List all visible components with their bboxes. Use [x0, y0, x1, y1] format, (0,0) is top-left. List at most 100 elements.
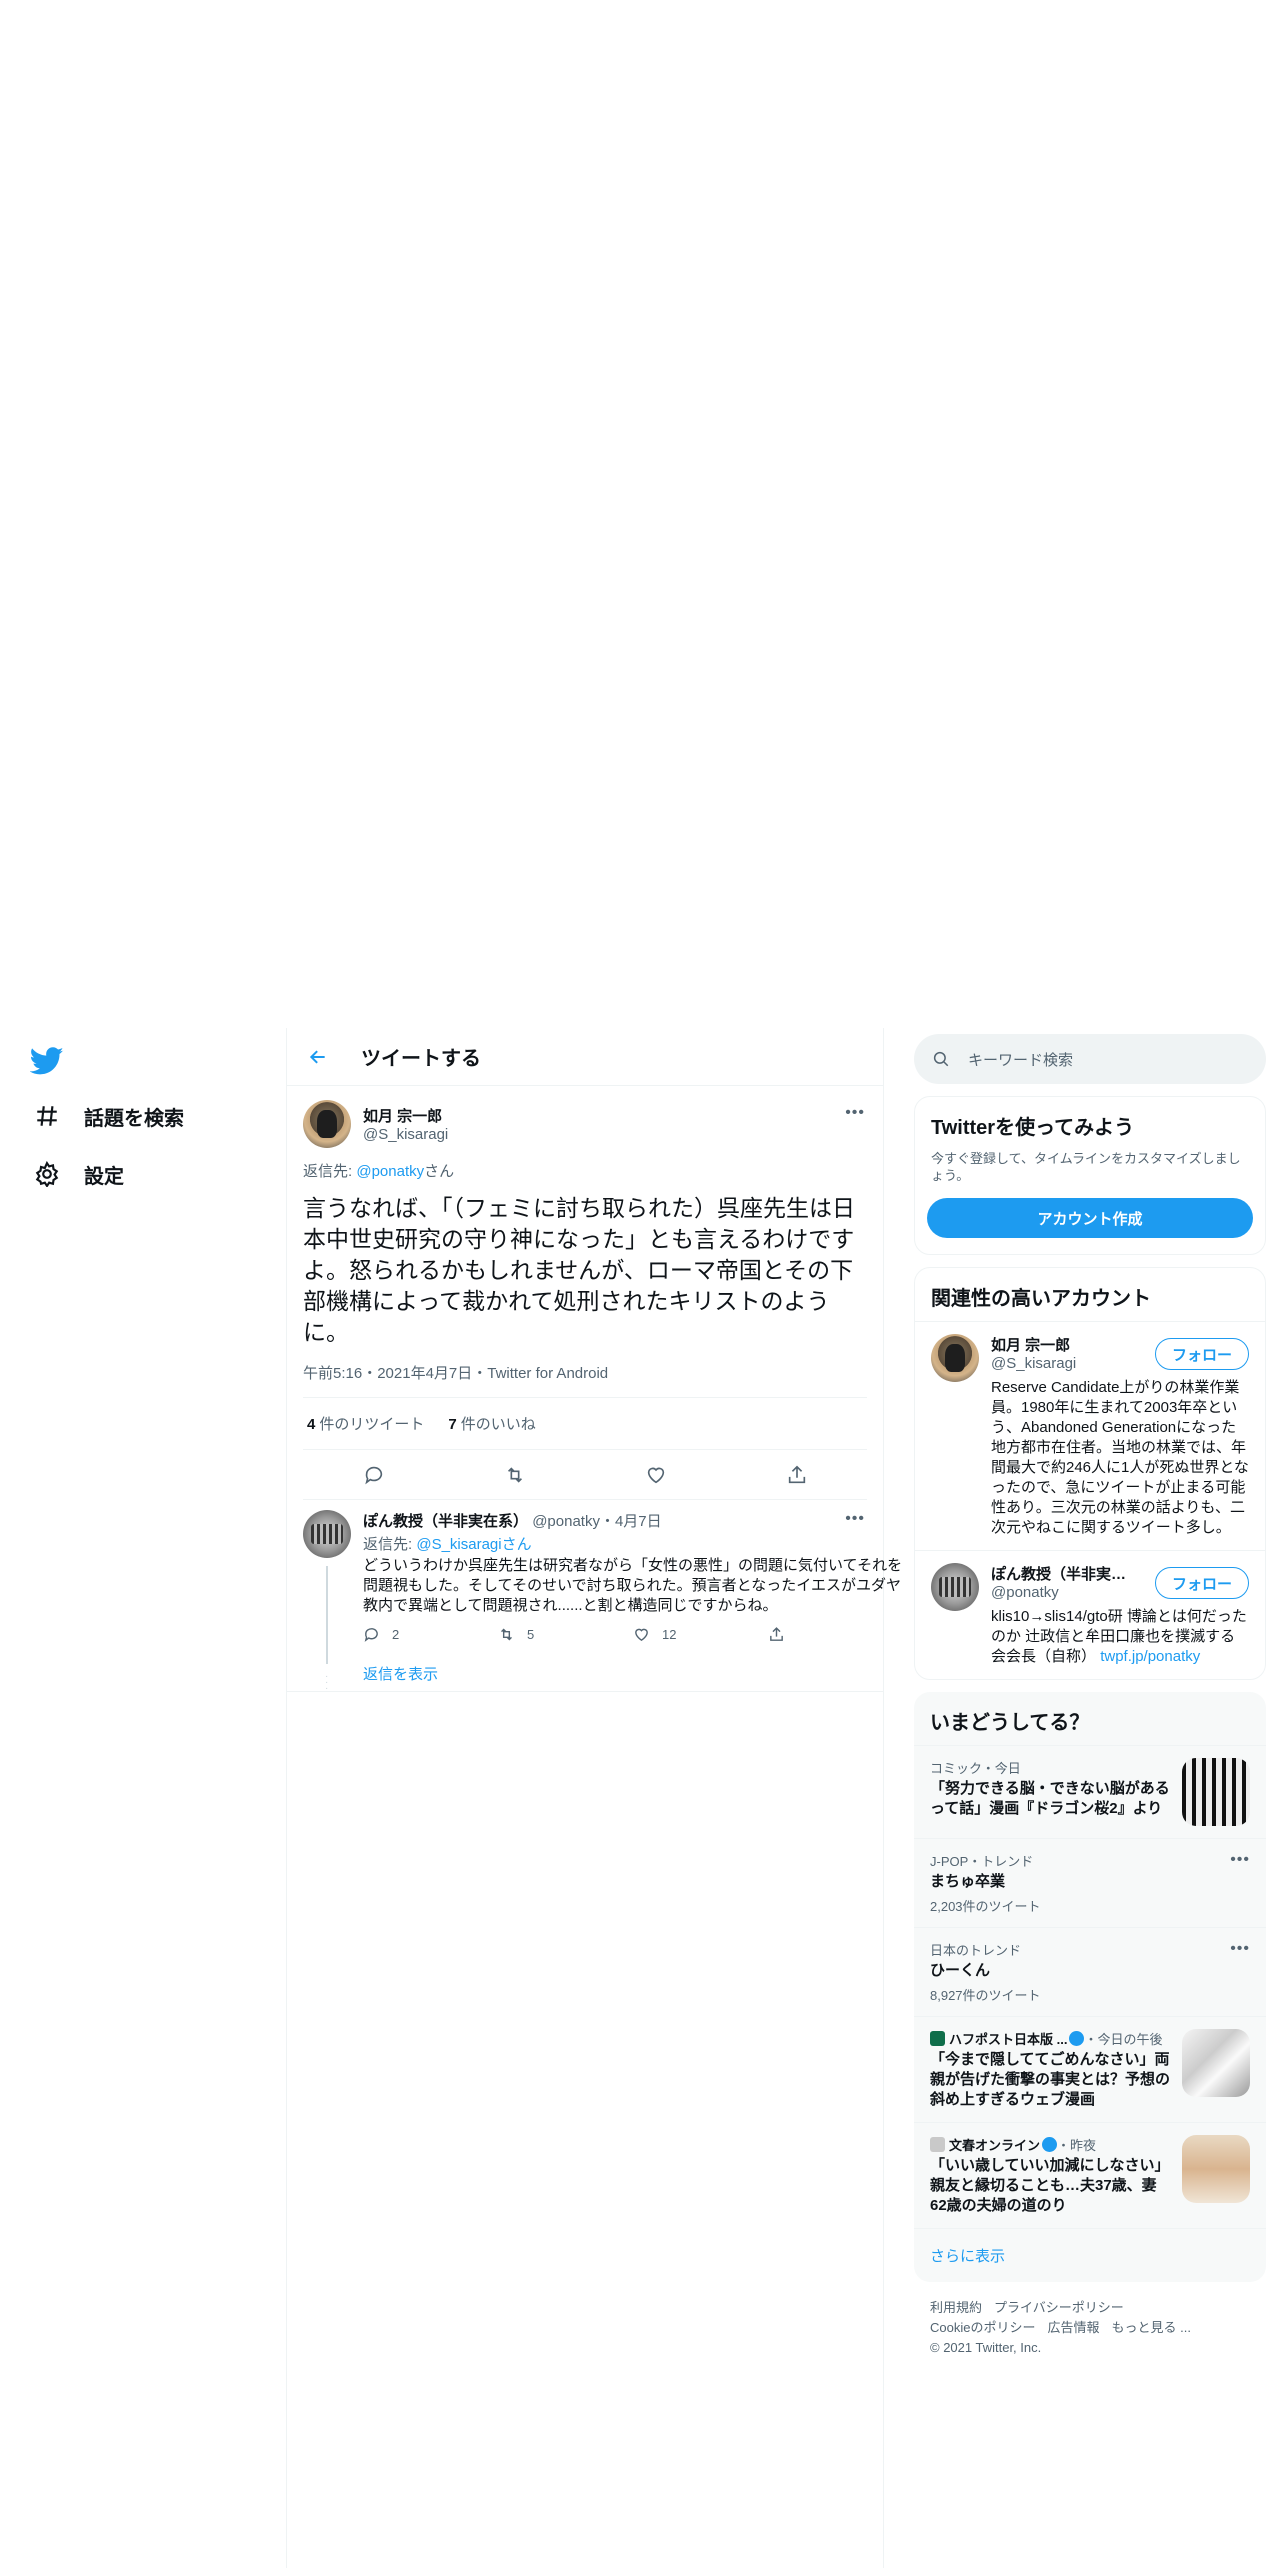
- account-item[interactable]: ぽん教授（半非実在系） @ponatky klis10→slis14/gto研 …: [915, 1550, 1265, 1679]
- verified-badge-icon: [1069, 2031, 1085, 2046]
- trend-item[interactable]: 日本のトレンド ひーくん 8,927件のツイート •••: [914, 1927, 1266, 2016]
- trend-meta: 文春オンライン ・昨夜: [930, 2135, 1172, 2154]
- news-source: ハフポスト日本版 ...: [949, 2032, 1068, 2047]
- trend-count: 8,927件のツイート: [930, 1988, 1041, 2003]
- reply-actions: 2 5 12: [363, 1626, 903, 1643]
- share-button[interactable]: [768, 1626, 903, 1643]
- more-options-icon[interactable]: •••: [845, 1510, 865, 1528]
- reply-date[interactable]: ・4月7日: [600, 1513, 662, 1530]
- avatar[interactable]: [931, 1334, 979, 1382]
- create-account-button[interactable]: アカウント作成: [927, 1198, 1253, 1238]
- reply-suffix: さん: [424, 1163, 455, 1180]
- show-replies-link[interactable]: 返信を表示: [363, 1663, 903, 1684]
- nav-label-settings: 設定: [84, 1165, 124, 1188]
- page-title: ツイートする: [361, 1048, 481, 1070]
- reply-text: どういうわけか呉座先生は研究者ながら「女性の悪性」の問題に気付いてそれを問題視も…: [363, 1557, 903, 1614]
- reply-icon[interactable]: [357, 1458, 391, 1492]
- back-button[interactable]: [301, 1040, 335, 1074]
- like-count-label: 件のいいね: [460, 1416, 536, 1433]
- trend-item[interactable]: ハフポスト日本版 ... ・今日の午後 「今まで隠しててごめんなさい」両親が告げた…: [914, 2016, 1266, 2122]
- follow-button[interactable]: フォロー: [1154, 1567, 1249, 1599]
- more-options-icon[interactable]: •••: [845, 1104, 865, 1122]
- account-item[interactable]: 如月 宗一郎 @S_kisaragi Reserve Candidate上がりの…: [915, 1321, 1265, 1550]
- news-source-icon: [930, 2137, 945, 2152]
- gear-icon: [30, 1157, 64, 1191]
- share-icon: [770, 1627, 783, 1641]
- trends-title: いまどうしてる？: [930, 1712, 1090, 1734]
- reply-icon: [364, 1628, 378, 1642]
- tweet-actions: [303, 1450, 867, 1500]
- trends-card: いまどうしてる？ コミック・今日 「努力できる脳・できない脳があるって話」漫画『…: [914, 1692, 1266, 2282]
- like-count-stat[interactable]: 7 件のいいね: [448, 1413, 535, 1434]
- trend-item[interactable]: J-POP・トレンド まちゅ卒業 2,203件のツイート •••: [914, 1838, 1266, 1927]
- trend-title: まちゅ卒業: [930, 1873, 1006, 1890]
- footer-cookies-link[interactable]: Cookieのポリシー: [930, 2320, 1035, 2335]
- tweet-stats: 4 件のリツイート 7 件のいいね: [303, 1398, 867, 1450]
- reply-tweet[interactable]: · · · ぽん教授（半非実在系） @ponatky・4月7日 ••• 返信先: @…: [287, 1500, 902, 1694]
- like-button[interactable]: 12: [633, 1626, 768, 1643]
- retweet-count-stat[interactable]: 4 件のリツイート: [307, 1413, 424, 1434]
- avatar[interactable]: [303, 1100, 351, 1148]
- trend-meta: コミック・今日: [930, 1761, 1021, 1776]
- reply-to-link[interactable]: @S_kisaragi: [416, 1536, 501, 1553]
- like-count: 12: [662, 1627, 677, 1642]
- main-tweet: 如月 宗一郎 @S_kisaragi ••• 返信先: @ponatkyさん 言…: [287, 1086, 883, 1500]
- reply-to-link[interactable]: @ponatky: [356, 1163, 424, 1180]
- avatar[interactable]: [931, 1563, 979, 1611]
- nav-label-explore: 話題を検索: [84, 1107, 184, 1130]
- arrow-left-icon: [309, 1049, 325, 1064]
- trend-count: 2,203件のツイート: [930, 1899, 1041, 1914]
- show-more-link[interactable]: さらに表示: [914, 2228, 1266, 2282]
- share-icon[interactable]: [780, 1458, 814, 1492]
- trend-item[interactable]: コミック・今日 「努力できる脳・できない脳があるって話」漫画『ドラゴン桜2』より: [914, 1745, 1266, 1838]
- tweet-author: 如月 宗一郎 @S_kisaragi: [303, 1086, 867, 1152]
- search-box[interactable]: キーワード検索: [914, 1034, 1266, 1084]
- account-name[interactable]: ぽん教授（半非実在系）: [991, 1563, 1141, 1584]
- thread-dots: · · ·: [325, 1671, 329, 1694]
- more-options-icon[interactable]: •••: [1230, 1851, 1250, 1869]
- trend-meta: 日本のトレンド: [930, 1943, 1022, 1958]
- account-name[interactable]: 如月 宗一郎: [991, 1334, 1141, 1355]
- footer-privacy-link[interactable]: プライバシーポリシー: [994, 2300, 1124, 2315]
- trend-item[interactable]: 文春オンライン ・昨夜 「いい歳していい加減にしなさい」親友と縁切ることも…夫37…: [914, 2122, 1266, 2228]
- search-input[interactable]: キーワード検索: [968, 1049, 1073, 1070]
- like-count: 7: [448, 1416, 457, 1433]
- retweet-count-label: 件のリツイート: [319, 1416, 425, 1433]
- account-bio-link[interactable]: twpf.jp/ponatky: [1100, 1648, 1200, 1665]
- trend-thumbnail: [1182, 2135, 1250, 2203]
- page-header: ツイートする: [287, 1028, 883, 1086]
- account-bio: Reserve Candidate上がりの林業作業員。1980年に生まれて200…: [991, 1379, 1249, 1536]
- follow-button[interactable]: フォロー: [1154, 1338, 1249, 1370]
- footer-ads-link[interactable]: 広告情報: [1047, 2320, 1099, 2335]
- retweet-icon[interactable]: [498, 1458, 532, 1492]
- retweet-button[interactable]: 5: [498, 1626, 633, 1643]
- author-name[interactable]: 如月 宗一郎: [363, 1105, 448, 1126]
- reply-button[interactable]: 2: [363, 1626, 498, 1643]
- more-options-icon[interactable]: •••: [1230, 1940, 1250, 1958]
- tweet-text: 言うなれば、「（フェミに討ち取られた）呉座先生は日本中世史研究の守り神になった」…: [303, 1195, 855, 1345]
- signup-title: Twitterを使ってみよう: [931, 1117, 1135, 1139]
- footer-terms-link[interactable]: 利用規約: [930, 2300, 982, 2315]
- reply-to-line: 返信先: @ponatkyさん: [303, 1160, 867, 1181]
- reply-count: 2: [392, 1627, 400, 1642]
- author-handle[interactable]: @S_kisaragi: [363, 1126, 448, 1143]
- twitter-logo-icon[interactable]: [29, 1044, 64, 1078]
- reply-author-name[interactable]: ぽん教授（半非実在系）: [363, 1513, 528, 1530]
- blank-top-area: [0, 0, 1284, 1028]
- reply-to-line: 返信先: @S_kisaragiさん: [363, 1533, 903, 1554]
- footer-more-link[interactable]: もっと見る ...: [1111, 2320, 1190, 2335]
- trend-title: ひーくん: [930, 1962, 991, 1979]
- tweet-meta[interactable]: 午前5:16・2021年4月7日・Twitter for Android: [303, 1362, 867, 1398]
- like-icon[interactable]: [639, 1458, 673, 1492]
- avatar[interactable]: [303, 1510, 351, 1558]
- search-icon: [933, 1051, 949, 1067]
- reply-author-handle[interactable]: @ponatky: [532, 1513, 600, 1530]
- nav-item-settings[interactable]: 設定: [30, 1152, 124, 1196]
- nav-item-explore[interactable]: 話題を検索: [30, 1094, 184, 1138]
- trend-meta: J-POP・トレンド: [930, 1854, 1034, 1869]
- trend-meta: ハフポスト日本版 ... ・今日の午後: [930, 2029, 1172, 2048]
- left-nav: 話題を検索 設定: [0, 1028, 286, 2568]
- reply-prefix: 返信先:: [303, 1163, 357, 1180]
- reply-suffix: さん: [501, 1536, 532, 1553]
- news-time: ・昨夜: [1057, 2138, 1097, 2153]
